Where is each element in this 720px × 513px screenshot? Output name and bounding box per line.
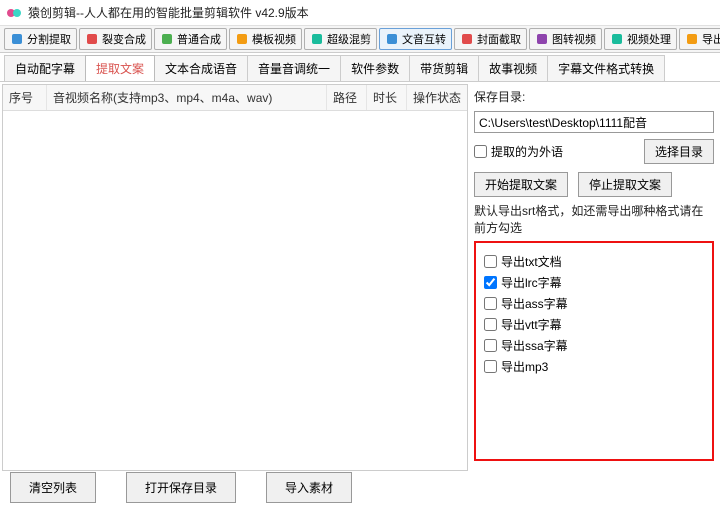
toolbar-btn-9[interactable]: 导出标题: [679, 28, 720, 50]
export-check-2[interactable]: 导出ass字幕: [484, 295, 704, 312]
toolbar-btn-6[interactable]: 封面截取: [454, 28, 527, 50]
app-logo-icon: [6, 5, 22, 21]
export-check-input-2[interactable]: [484, 297, 497, 310]
window-title: 猿创剪辑--人人都在用的智能批量剪辑软件 v42.9版本: [28, 4, 309, 21]
file-list-pane: 序号 音视频名称(支持mp3、mp4、m4a、wav) 路径 时长 操作状态: [2, 84, 468, 471]
gear-icon: [610, 32, 624, 46]
toolbar-btn-8[interactable]: 视频处理: [604, 28, 677, 50]
col-status: 操作状态: [407, 85, 467, 110]
toolbar-btn-3[interactable]: 模板视频: [229, 28, 302, 50]
toolbar-btn-label: 超级混剪: [327, 31, 371, 47]
export-check-input-1[interactable]: [484, 276, 497, 289]
crop-icon: [460, 32, 474, 46]
template-icon: [235, 32, 249, 46]
col-name: 音视频名称(支持mp3、mp4、m4a、wav): [47, 85, 327, 110]
export-check-input-3[interactable]: [484, 318, 497, 331]
subtab-1[interactable]: 提取文案: [85, 55, 155, 81]
toolbar-btn-label: 分割提取: [27, 31, 71, 47]
toolbar-btn-2[interactable]: 普通合成: [154, 28, 227, 50]
audio-icon: [385, 32, 399, 46]
toolbar-btn-1[interactable]: 裂变合成: [79, 28, 152, 50]
toolbar-btn-0[interactable]: 分割提取: [4, 28, 77, 50]
side-panel: 保存目录: 提取的为外语 选择目录 开始提取文案 停止提取文案 默认导出srt格…: [470, 82, 720, 473]
toolbar-btn-4[interactable]: 超级混剪: [304, 28, 377, 50]
subtab-0[interactable]: 自动配字幕: [4, 55, 86, 81]
export-note: 默认导出srt格式，如还需导出哪种格式请在前方勾选: [474, 203, 714, 237]
list-body[interactable]: [3, 111, 467, 470]
foreign-lang-label: 提取的为外语: [491, 143, 563, 160]
export-check-3[interactable]: 导出vtt字幕: [484, 316, 704, 333]
save-dir-input[interactable]: [474, 111, 714, 133]
image-icon: [535, 32, 549, 46]
select-dir-button[interactable]: 选择目录: [644, 139, 714, 164]
play-icon: [160, 32, 174, 46]
export-format-box: 导出txt文档导出lrc字幕导出ass字幕导出vtt字幕导出ssa字幕导出mp3: [474, 241, 714, 461]
foreign-lang-check[interactable]: [474, 145, 487, 158]
subtab-7[interactable]: 字幕文件格式转换: [547, 55, 665, 81]
toolbar-btn-label: 视频处理: [627, 31, 671, 47]
foreign-lang-checkbox[interactable]: 提取的为外语: [474, 143, 563, 160]
start-extract-button[interactable]: 开始提取文案: [474, 172, 568, 197]
col-dur: 时长: [367, 85, 407, 110]
export-check-label: 导出ass字幕: [501, 295, 568, 312]
toolbar-btn-label: 裂变合成: [102, 31, 146, 47]
toolbar-btn-label: 图转视频: [552, 31, 596, 47]
export-check-label: 导出txt文档: [501, 253, 562, 270]
export-check-label: 导出ssa字幕: [501, 337, 568, 354]
subtab-4[interactable]: 软件参数: [340, 55, 410, 81]
export-check-label: 导出mp3: [501, 358, 548, 375]
export-check-5[interactable]: 导出mp3: [484, 358, 704, 375]
export-check-1[interactable]: 导出lrc字幕: [484, 274, 704, 291]
export-check-input-5[interactable]: [484, 360, 497, 373]
import-material-button[interactable]: 导入素材: [266, 472, 352, 503]
export-check-label: 导出vtt字幕: [501, 316, 562, 333]
subtab-6[interactable]: 故事视频: [478, 55, 548, 81]
toolbar-btn-5[interactable]: 文音互转: [379, 28, 452, 50]
toolbar-btn-label: 文音互转: [402, 31, 446, 47]
col-seq: 序号: [3, 85, 47, 110]
col-path: 路径: [327, 85, 367, 110]
export-check-4[interactable]: 导出ssa字幕: [484, 337, 704, 354]
save-dir-label: 保存目录:: [474, 88, 525, 105]
subtab-3[interactable]: 音量音调统一: [247, 55, 341, 81]
subtab-2[interactable]: 文本合成语音: [154, 55, 248, 81]
burst-icon: [85, 32, 99, 46]
toolbar-btn-7[interactable]: 图转视频: [529, 28, 602, 50]
stop-extract-button[interactable]: 停止提取文案: [578, 172, 672, 197]
export-check-label: 导出lrc字幕: [501, 274, 562, 291]
clear-list-button[interactable]: 清空列表: [10, 472, 96, 503]
scissors-icon: [10, 32, 24, 46]
open-save-dir-button[interactable]: 打开保存目录: [126, 472, 236, 503]
toolbar-btn-label: 普通合成: [177, 31, 221, 47]
toolbar-btn-label: 导出标题: [702, 31, 720, 47]
sub-tabs: 自动配字幕提取文案文本合成语音音量音调统一软件参数带货剪辑故事视频字幕文件格式转…: [0, 53, 720, 82]
toolbar-btn-label: 模板视频: [252, 31, 296, 47]
subtab-5[interactable]: 带货剪辑: [409, 55, 479, 81]
main-toolbar: 分割提取 裂变合成 普通合成 模板视频 超级混剪 文音互转 封面截取 图转视频 视频处理 导出标题: [0, 26, 720, 53]
list-header: 序号 音视频名称(支持mp3、mp4、m4a、wav) 路径 时长 操作状态: [3, 85, 467, 111]
export-icon: [685, 32, 699, 46]
titlebar: 猿创剪辑--人人都在用的智能批量剪辑软件 v42.9版本: [0, 0, 720, 26]
export-check-input-0[interactable]: [484, 255, 497, 268]
footer-buttons: 清空列表 打开保存目录 导入素材: [10, 472, 352, 503]
export-check-input-4[interactable]: [484, 339, 497, 352]
toolbar-btn-label: 封面截取: [477, 31, 521, 47]
mix-icon: [310, 32, 324, 46]
export-check-0[interactable]: 导出txt文档: [484, 253, 704, 270]
